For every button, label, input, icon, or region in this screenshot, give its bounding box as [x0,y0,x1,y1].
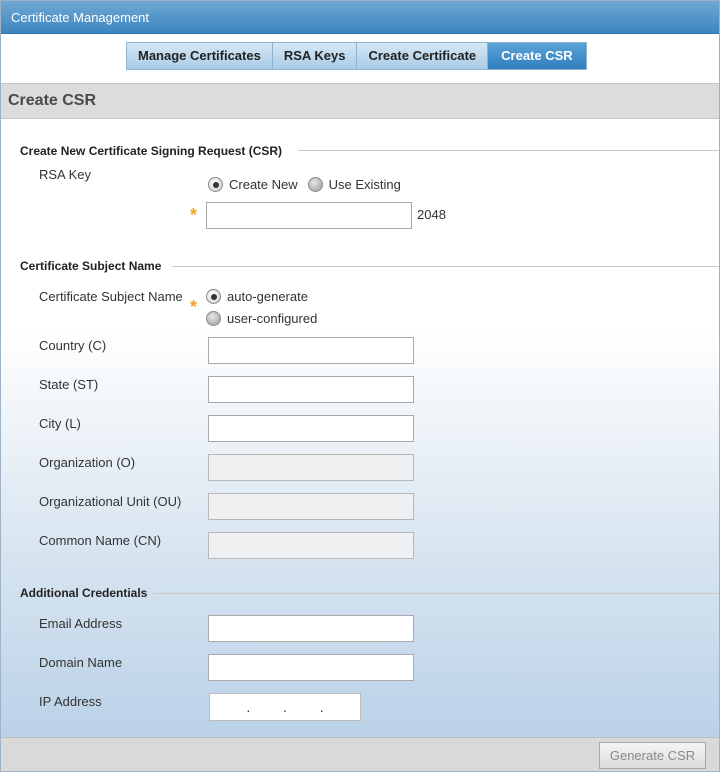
subject-name-label: Certificate Subject Name [39,289,183,304]
required-star-icon: * [190,297,198,317]
divider [172,266,719,267]
required-star-icon: * [190,205,198,225]
auto-generate-label: auto-generate [227,289,308,304]
domain-input[interactable] [208,654,414,681]
rsa-key-radio-group: Create New Use Existing [208,177,401,192]
divider [298,150,719,151]
csr-group-title: Create New Certificate Signing Request (… [20,144,283,158]
tab-manage-certificates[interactable]: Manage Certificates [126,42,272,70]
ip-separator: . [319,699,324,715]
subject-auto-option: auto-generate [206,289,308,304]
user-configured-label: user-configured [227,311,318,326]
ip-label: IP Address [39,694,102,709]
additional-group-title: Additional Credentials [20,586,148,600]
organization-label: Organization (O) [39,455,136,470]
state-label: State (ST) [39,377,99,392]
subject-group-title: Certificate Subject Name [20,259,162,273]
tab-create-certificate[interactable]: Create Certificate [356,42,488,70]
ip-separator: . [283,699,287,715]
window-title: Certificate Management [1,1,719,34]
create-new-label: Create New [229,177,298,192]
org-unit-label: Organizational Unit (OU) [39,494,182,509]
page-title: Create CSR [1,83,719,119]
common-name-input[interactable] [208,532,414,559]
email-label: Email Address [39,616,123,631]
country-label: Country (C) [39,338,107,353]
city-input[interactable] [208,415,414,442]
city-label: City (L) [39,416,81,431]
use-existing-radio[interactable] [307,177,323,192]
key-size-suffix: 2048 [417,207,446,222]
footer-bar: Generate CSR [1,737,719,771]
certificate-management-window: Certificate Management Manage Certificat… [0,0,720,772]
email-input[interactable] [208,615,414,642]
tab-bar: Manage Certificates RSA Keys Create Cert… [126,42,587,70]
subject-user-option: user-configured [206,311,317,326]
ip-separator: . [246,699,251,715]
country-input[interactable] [208,337,414,364]
use-existing-label: Use Existing [328,177,401,192]
auto-generate-radio[interactable] [206,289,221,304]
divider [153,593,719,594]
generate-csr-button[interactable]: Generate CSR [599,742,706,769]
state-input[interactable] [208,376,414,403]
tab-create-csr[interactable]: Create CSR [487,42,587,70]
create-new-radio[interactable] [208,177,223,192]
domain-label: Domain Name [39,655,123,670]
rsa-key-name-input[interactable] [206,202,412,229]
common-name-label: Common Name (CN) [39,533,162,548]
ip-address-input[interactable]: . . . [209,693,361,721]
org-unit-input[interactable] [208,493,414,520]
rsa-key-label: RSA Key [39,167,92,182]
organization-input[interactable] [208,454,414,481]
tab-rsa-keys[interactable]: RSA Keys [271,42,357,70]
user-configured-radio[interactable] [206,311,221,326]
